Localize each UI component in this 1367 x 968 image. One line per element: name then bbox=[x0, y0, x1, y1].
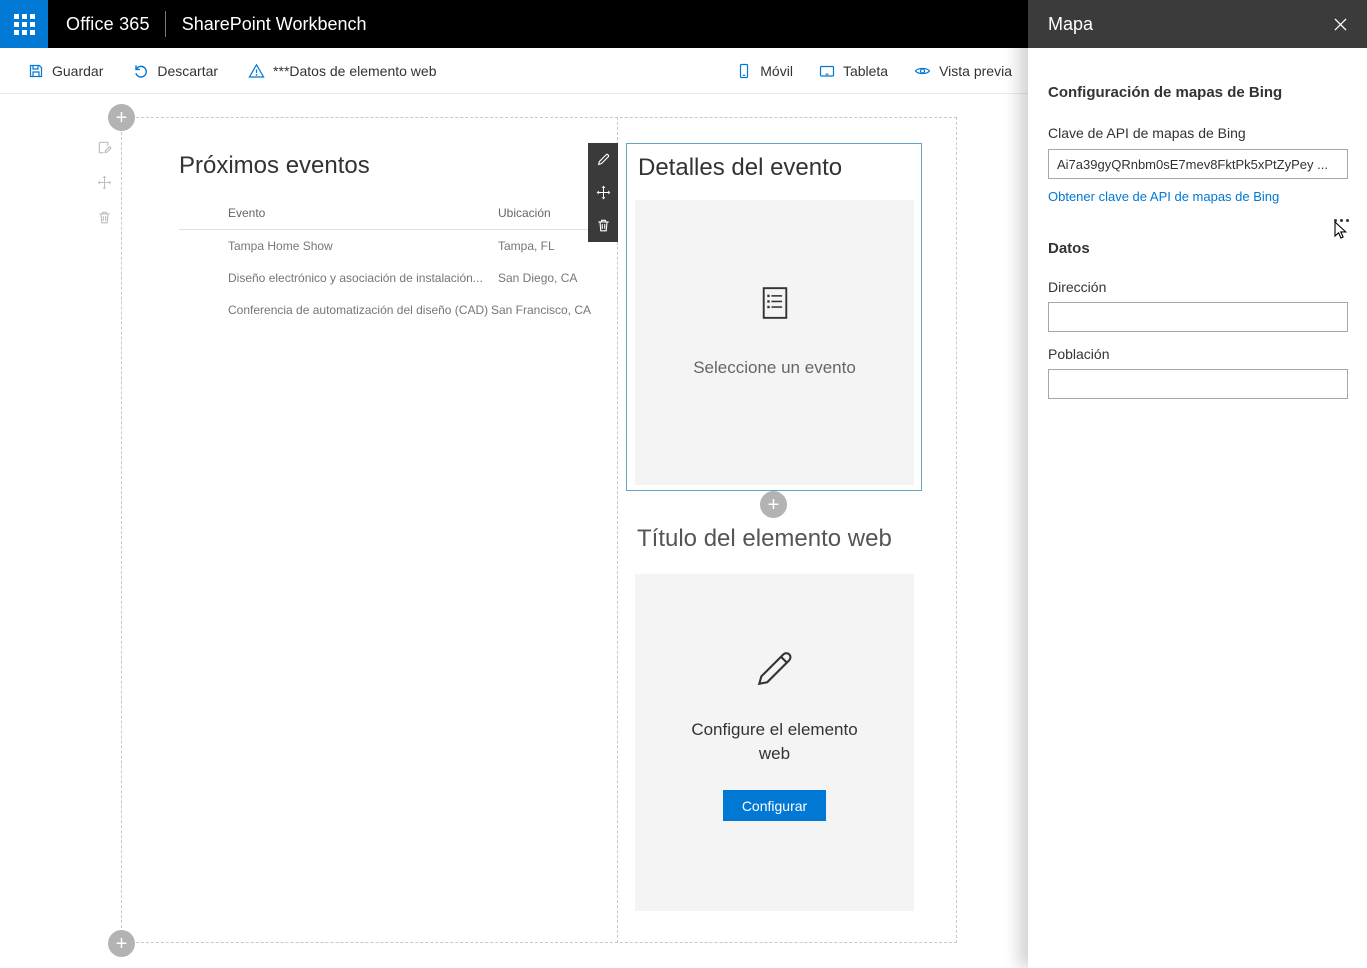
api-key-field[interactable] bbox=[1048, 149, 1348, 179]
delete-webpart-button[interactable] bbox=[588, 209, 618, 242]
undo-icon bbox=[133, 63, 149, 79]
property-pane-header: Mapa bbox=[1028, 0, 1367, 48]
bing-section-heading: Configuración de mapas de Bing bbox=[1048, 84, 1348, 101]
save-icon bbox=[28, 63, 44, 79]
save-button[interactable]: Guardar bbox=[28, 63, 103, 79]
app-launcher-button[interactable] bbox=[0, 0, 48, 48]
status-label: ***Datos de elemento web bbox=[273, 63, 436, 79]
waffle-icon bbox=[14, 14, 35, 35]
discard-label: Descartar bbox=[157, 63, 218, 79]
details-placeholder-box: Seleccione un evento bbox=[635, 200, 914, 485]
save-label: Guardar bbox=[52, 63, 103, 79]
api-key-label: Clave de API de mapas de Bing bbox=[1048, 125, 1348, 141]
events-webpart: Próximos eventos Evento Ubicación Tampa … bbox=[179, 152, 591, 326]
add-section-button-top[interactable]: + bbox=[108, 104, 135, 131]
events-webpart-title: Próximos eventos bbox=[179, 152, 591, 180]
tablet-label: Tableta bbox=[843, 63, 888, 79]
workbench-canvas: + + + bbox=[0, 94, 1028, 968]
events-table: Evento Ubicación Tampa Home Show Tampa, … bbox=[179, 197, 591, 326]
edit-section-button[interactable] bbox=[97, 140, 112, 160]
event-list-icon bbox=[756, 284, 794, 322]
poblacion-label: Población bbox=[1048, 346, 1348, 362]
configure-button[interactable]: Configurar bbox=[723, 790, 826, 821]
command-bar: Guardar Descartar ***Datos de elemento w… bbox=[0, 48, 1028, 94]
suite-bar: Office 365 SharePoint Workbench bbox=[0, 0, 1028, 48]
get-api-key-link[interactable]: Obtener clave de API de mapas de Bing bbox=[1048, 189, 1279, 204]
command-bar-right: Móvil Tableta Vista previa bbox=[710, 63, 1012, 79]
close-icon bbox=[1334, 18, 1347, 31]
close-pane-button[interactable] bbox=[1329, 13, 1352, 36]
discard-button[interactable]: Descartar bbox=[133, 63, 218, 79]
more-options-button[interactable] bbox=[1332, 215, 1351, 226]
preview-button[interactable]: Vista previa bbox=[914, 63, 1012, 79]
event-name: Diseño electrónico y asociación de insta… bbox=[228, 271, 498, 285]
mobile-preview-button[interactable]: Móvil bbox=[736, 63, 793, 79]
delete-section-button[interactable] bbox=[97, 210, 112, 230]
edit-webpart-button[interactable] bbox=[588, 143, 618, 176]
event-details-webpart[interactable]: Detalles del evento Seleccione un evento bbox=[626, 143, 922, 491]
brand-title: Office 365 bbox=[66, 14, 150, 35]
events-table-header: Evento Ubicación bbox=[179, 197, 591, 230]
move-icon bbox=[596, 185, 611, 200]
configure-placeholder-box: Configure el elemento web Configurar bbox=[635, 574, 914, 911]
configure-placeholder-text: Configure el elemento web bbox=[687, 718, 862, 766]
tablet-preview-button[interactable]: Tableta bbox=[819, 63, 888, 79]
direccion-field[interactable] bbox=[1048, 302, 1348, 332]
event-location: San Diego, CA bbox=[498, 271, 591, 285]
event-name: Conferencia de automatización del diseño… bbox=[228, 303, 491, 317]
pencil-icon bbox=[596, 152, 611, 167]
warning-icon bbox=[248, 63, 265, 79]
screen: Office 365 SharePoint Workbench Guardar … bbox=[0, 0, 1367, 968]
edit-note-icon bbox=[97, 140, 112, 155]
add-webpart-button-middle[interactable]: + bbox=[760, 491, 787, 518]
table-row[interactable]: Diseño electrónico y asociación de insta… bbox=[179, 262, 591, 294]
move-webpart-button[interactable] bbox=[588, 176, 618, 209]
mobile-label: Móvil bbox=[760, 63, 793, 79]
trash-icon bbox=[596, 218, 611, 233]
mobile-icon bbox=[736, 63, 752, 79]
column-header-evento: Evento bbox=[228, 206, 498, 220]
add-section-button-bottom[interactable]: + bbox=[108, 930, 135, 957]
table-row[interactable]: Conferencia de automatización del diseño… bbox=[179, 294, 591, 326]
event-location: San Francisco, CA bbox=[491, 303, 591, 317]
webpart-toolbar bbox=[588, 143, 618, 242]
preview-eye-icon bbox=[914, 63, 931, 79]
move-section-button[interactable] bbox=[97, 175, 112, 195]
section-rail bbox=[97, 140, 112, 230]
property-pane-body: Configuración de mapas de Bing Clave de … bbox=[1028, 48, 1367, 399]
table-row[interactable]: Tampa Home Show Tampa, FL bbox=[179, 230, 591, 262]
trash-icon bbox=[97, 210, 112, 225]
details-placeholder-text: Seleccione un evento bbox=[693, 358, 856, 378]
direccion-label: Dirección bbox=[1048, 279, 1348, 295]
event-name: Tampa Home Show bbox=[228, 239, 498, 253]
datos-section-heading: Datos bbox=[1048, 240, 1348, 257]
title-webpart-heading: Título del elemento web bbox=[637, 525, 892, 553]
tablet-icon bbox=[819, 63, 835, 79]
event-location: Tampa, FL bbox=[498, 239, 591, 253]
property-pane: Mapa Configuración de mapas de Bing Clav… bbox=[1028, 0, 1367, 968]
preview-label: Vista previa bbox=[939, 63, 1012, 79]
webpart-data-status: ***Datos de elemento web bbox=[248, 63, 436, 79]
pencil-icon bbox=[751, 644, 799, 692]
move-icon bbox=[97, 175, 112, 190]
command-bar-left: Guardar Descartar ***Datos de elemento w… bbox=[28, 63, 466, 79]
poblacion-field[interactable] bbox=[1048, 369, 1348, 399]
details-webpart-title: Detalles del evento bbox=[638, 154, 921, 182]
app-title: SharePoint Workbench bbox=[165, 11, 367, 37]
property-pane-title: Mapa bbox=[1048, 14, 1093, 35]
column-header-ubicacion: Ubicación bbox=[498, 206, 591, 220]
